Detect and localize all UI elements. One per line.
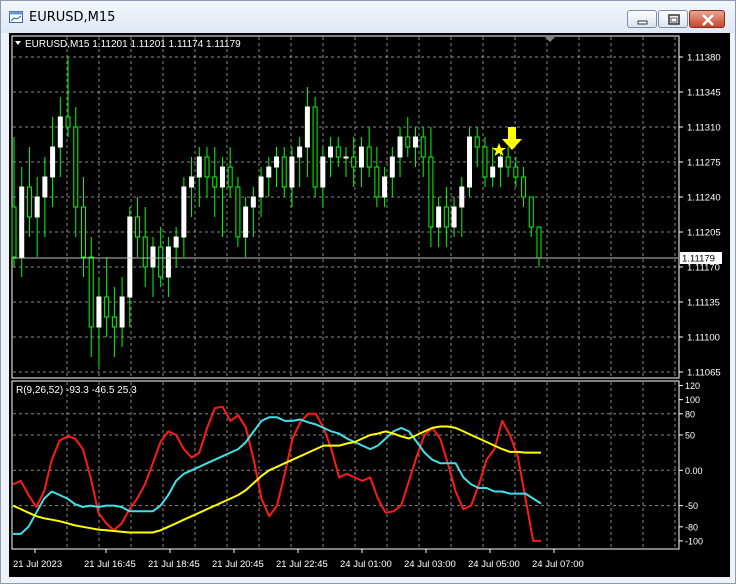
price-tick-label: 1.11380 — [687, 53, 721, 64]
indicator-tick-label: 50 — [685, 430, 695, 440]
price-tick-label: 1.11135 — [687, 298, 720, 309]
time-tick-label: 24 Jul 01:00 — [340, 559, 392, 570]
indicator-tick-label: 100 — [685, 395, 700, 405]
indicator-tick-label: 0.00 — [685, 466, 703, 476]
candle — [467, 127, 473, 197]
price-header-text: EURUSD,M15 1.11201 1.11201 1.11174 1.111… — [25, 39, 241, 50]
indicator-tick-label: -50 — [685, 501, 698, 511]
price-tick-label: 1.11065 — [687, 368, 721, 379]
minimize-button[interactable] — [627, 10, 657, 28]
close-icon — [702, 14, 714, 26]
chart-window: EURUSD,M15 EURUSD,M15 1.11201 1.11201 1.… — [0, 0, 736, 584]
time-tick-label: 21 Jul 18:45 — [148, 559, 200, 570]
indicator-tick-label: 80 — [685, 409, 695, 419]
close-button[interactable] — [689, 10, 725, 28]
maximize-button[interactable] — [658, 10, 688, 28]
price-tick-label: 1.11100 — [687, 333, 720, 344]
time-tick-label: 24 Jul 03:00 — [404, 559, 456, 570]
time-tick-label: 21 Jul 22:45 — [276, 559, 328, 570]
price-header: EURUSD,M15 1.11201 1.11201 1.11174 1.111… — [15, 39, 241, 50]
indicator-tick-label: 120 — [685, 381, 700, 391]
indicator-header-text: R(9,26,52) -93.3 -46.5 25.3 — [16, 385, 137, 396]
price-tick-label: 1.11345 — [687, 88, 721, 99]
price-tick-label: 1.11240 — [687, 193, 721, 204]
price-tick-label: 1.11275 — [687, 158, 721, 169]
time-tick-label: 21 Jul 20:45 — [212, 559, 264, 570]
window-title: EURUSD,M15 — [29, 10, 116, 25]
chart-window-icon — [9, 11, 23, 23]
candle — [312, 97, 318, 197]
chart-svg[interactable]: EURUSD,M15 1.11201 1.11201 1.11174 1.111… — [9, 33, 730, 577]
current-price-label: 1.11179 — [680, 252, 722, 265]
chart-area[interactable]: EURUSD,M15 1.11201 1.11201 1.11174 1.111… — [9, 33, 730, 577]
price-tick-label: 1.11205 — [687, 228, 721, 239]
time-tick-label: 24 Jul 07:00 — [532, 559, 584, 570]
svg-text:1.11179: 1.11179 — [682, 254, 715, 265]
indicator-tick-label: -80 — [685, 522, 698, 532]
indicator-tick-label: -100 — [685, 536, 703, 546]
maximize-icon — [668, 14, 680, 25]
title-bar[interactable]: EURUSD,M15 — [1, 1, 735, 33]
time-tick-label: 21 Jul 16:45 — [84, 559, 136, 570]
minimize-icon — [637, 20, 648, 25]
time-tick-label: 21 Jul 2023 — [13, 559, 62, 570]
price-tick-label: 1.11310 — [687, 123, 721, 134]
time-tick-label: 24 Jul 05:00 — [468, 559, 520, 570]
candle — [235, 177, 241, 247]
